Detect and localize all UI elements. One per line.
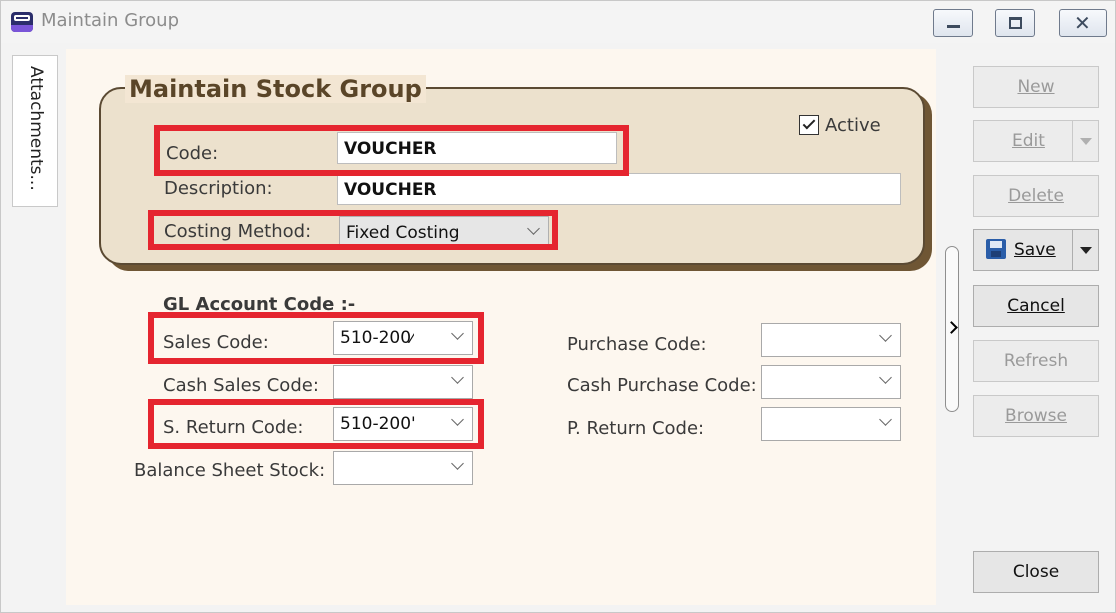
- save-button-label: Save: [1014, 240, 1056, 260]
- sales-code-label: Sales Code:: [163, 332, 269, 353]
- attachments-tab-label: Attachments...: [26, 66, 46, 191]
- browse-button-label: Browse: [1005, 406, 1067, 426]
- description-field[interactable]: VOUCHER: [337, 173, 901, 205]
- new-button[interactable]: New: [973, 66, 1099, 108]
- gl-account-heading: GL Account Code :-: [163, 294, 356, 315]
- title-bar: Maintain Group ✕: [1, 1, 1115, 43]
- delete-button[interactable]: Delete: [973, 175, 1099, 217]
- active-checkbox[interactable]: [799, 115, 819, 135]
- s-return-code-value: 510-200': [340, 414, 416, 434]
- balance-sheet-stock-select[interactable]: [333, 451, 473, 485]
- maintain-group-window: Maintain Group ✕ Attachments... Maintain…: [0, 0, 1116, 613]
- maximize-button[interactable]: [995, 9, 1035, 37]
- chevron-down-icon: [451, 371, 464, 384]
- active-label: Active: [825, 115, 881, 136]
- floppy-disk-icon: [986, 239, 1006, 259]
- description-label: Description:: [164, 178, 273, 199]
- cash-purchase-code-label: Cash Purchase Code:: [567, 375, 757, 396]
- edit-button[interactable]: Edit: [973, 120, 1099, 162]
- app-logo-icon: [11, 12, 33, 32]
- chevron-down-icon: [879, 329, 892, 342]
- s-return-code-select[interactable]: 510-200': [333, 407, 473, 441]
- close-button-label: Close: [1012, 562, 1060, 582]
- close-window-button[interactable]: ✕: [1059, 9, 1107, 37]
- refresh-button-label: Refresh: [1003, 351, 1069, 371]
- costing-method-select[interactable]: Fixed Costing: [339, 216, 549, 250]
- s-return-code-label: S. Return Code:: [163, 417, 304, 438]
- sales-code-value: 510-200⁄: [340, 328, 414, 348]
- edit-dropdown[interactable]: [1072, 121, 1098, 161]
- purchase-code-label: Purchase Code:: [567, 334, 707, 355]
- close-button[interactable]: Close: [973, 551, 1099, 593]
- sales-code-select[interactable]: 510-200⁄: [333, 321, 473, 355]
- p-return-code-label: P. Return Code:: [567, 418, 705, 439]
- delete-button-label: Delete: [1008, 186, 1064, 206]
- edit-button-label: Edit: [1012, 131, 1045, 151]
- cash-sales-code-label: Cash Sales Code:: [163, 375, 319, 396]
- chevron-down-icon: [451, 327, 464, 340]
- checkbox-checked-icon: [802, 116, 816, 130]
- p-return-code-select[interactable]: [761, 407, 901, 441]
- chevron-down-icon: [1080, 138, 1092, 145]
- cancel-button[interactable]: Cancel: [973, 285, 1099, 327]
- purchase-code-select[interactable]: [761, 323, 901, 357]
- costing-method-value: Fixed Costing: [346, 223, 460, 243]
- cash-sales-code-select[interactable]: [333, 365, 473, 399]
- refresh-button[interactable]: Refresh: [973, 340, 1099, 382]
- save-dropdown[interactable]: [1072, 230, 1098, 270]
- attachments-tab[interactable]: Attachments...: [12, 55, 58, 207]
- group-title: Maintain Stock Group: [125, 75, 426, 103]
- chevron-down-icon: [527, 222, 540, 235]
- minimize-icon: [947, 25, 960, 28]
- window-title: Maintain Group: [41, 10, 179, 31]
- chevron-down-icon: [451, 457, 464, 470]
- save-button[interactable]: Save: [973, 229, 1099, 271]
- chevron-down-icon: [879, 413, 892, 426]
- costing-method-label: Costing Method:: [164, 221, 312, 242]
- code-label: Code:: [166, 143, 219, 164]
- close-icon: ✕: [1074, 11, 1091, 35]
- minimize-button[interactable]: [933, 9, 973, 37]
- cancel-button-label: Cancel: [1007, 296, 1065, 316]
- maximize-icon: [1009, 17, 1022, 29]
- chevron-down-icon: [879, 371, 892, 384]
- balance-sheet-stock-label: Balance Sheet Stock:: [134, 460, 326, 481]
- browse-button[interactable]: Browse: [973, 395, 1099, 437]
- chevron-down-icon: [451, 413, 464, 426]
- code-field[interactable]: VOUCHER: [337, 132, 617, 164]
- chevron-down-icon: [1080, 247, 1092, 254]
- new-button-label: New: [1017, 77, 1055, 97]
- cash-purchase-code-select[interactable]: [761, 365, 901, 399]
